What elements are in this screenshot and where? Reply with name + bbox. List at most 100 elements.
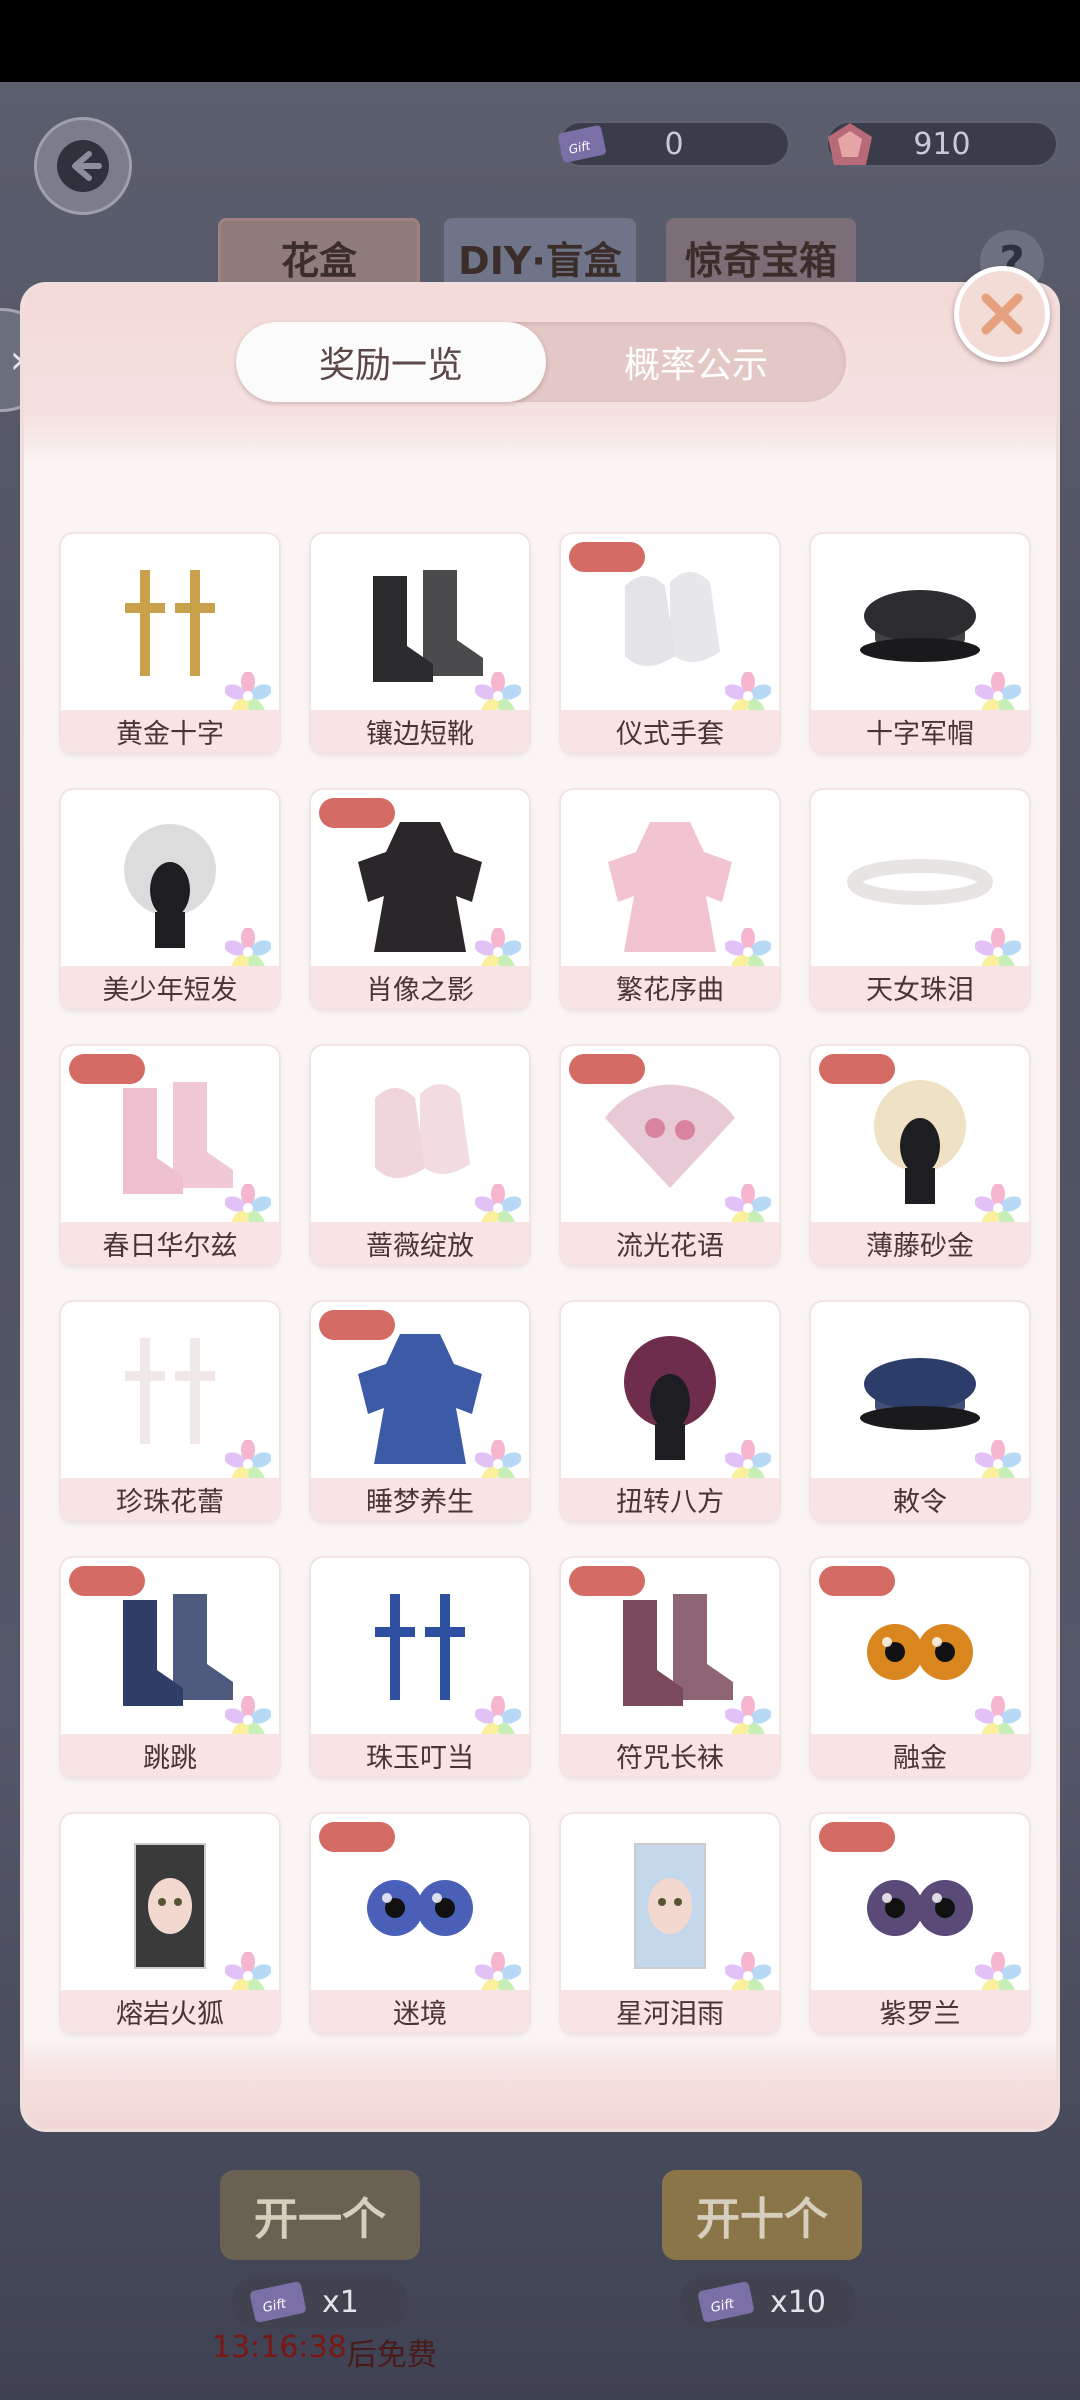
close-icon: [981, 293, 1023, 335]
reward-card[interactable]: 敕令: [811, 1302, 1029, 1520]
segment-probability-label: 概率公示: [623, 345, 768, 386]
reward-card[interactable]: 跳跳: [61, 1558, 279, 1776]
reward-card[interactable]: 春日华尔兹: [61, 1046, 279, 1264]
reward-card-label: 美少年短发: [61, 966, 279, 1008]
modal-footer-bg: [24, 2038, 1056, 2128]
reward-card[interactable]: 融金: [811, 1558, 1029, 1776]
open-ten-label: 开十个: [696, 2194, 828, 2245]
reward-card[interactable]: 熔岩火狐: [61, 1814, 279, 2032]
reward-card-label: 黄金十字: [61, 710, 279, 752]
reward-card-label: 镶边短靴: [311, 710, 529, 752]
face-card-sweet-icon: [134, 1843, 206, 1969]
reward-card-label: 星河泪雨: [561, 1990, 779, 2032]
lace-gloves-icon: [375, 1084, 470, 1178]
reward-card[interactable]: 天女珠泪: [811, 790, 1029, 1008]
reward-card-label: 紫罗兰: [811, 1990, 1029, 2032]
black-boots-icon: [373, 570, 483, 682]
segment-rewards-list[interactable]: 奖励一览: [236, 322, 546, 402]
free-timer: 13:16:38 后免费: [212, 2330, 437, 2374]
pink-dress-icon: [608, 822, 732, 952]
ticket-cost-one: Gift x1: [232, 2276, 408, 2328]
reward-card[interactable]: 符咒长袜: [561, 1558, 779, 1776]
reward-card-label: 珠玉叮当: [311, 1734, 529, 1776]
pearl-headband-icon: [847, 859, 993, 905]
ticket-currency: Gift 0: [558, 121, 790, 167]
segment-probability[interactable]: 概率公示: [546, 322, 846, 402]
reward-card-label: 熔岩火狐: [61, 1990, 279, 2032]
reward-card[interactable]: 肖像之影: [311, 790, 529, 1008]
reward-card[interactable]: 仪式手套: [561, 534, 779, 752]
ticket-icon: Gift: [250, 2281, 306, 2323]
reward-card[interactable]: 睡梦养生: [311, 1302, 529, 1520]
reward-card-label: 跳跳: [61, 1734, 279, 1776]
pink-shoes-icon: [123, 1082, 233, 1194]
blue-robe-icon: [358, 1334, 482, 1464]
close-button[interactable]: [954, 266, 1050, 362]
military-cap-icon: [860, 590, 980, 662]
reward-card-label: 十字军帽: [811, 710, 1029, 752]
tab-diy-box[interactable]: DIY·盲盒: [444, 218, 636, 296]
reward-card-label: 敕令: [811, 1478, 1029, 1520]
segment-rewards-label: 奖励一览: [318, 345, 463, 386]
reward-card-label: 天女珠泪: [811, 966, 1029, 1008]
reward-card[interactable]: 黄金十字: [61, 534, 279, 752]
reward-card[interactable]: 美少年短发: [61, 790, 279, 1008]
reward-card-label: 薄藤砂金: [811, 1222, 1029, 1264]
reward-card-label: 繁花序曲: [561, 966, 779, 1008]
reward-card[interactable]: 蔷薇绽放: [311, 1046, 529, 1264]
reward-card[interactable]: 薄藤砂金: [811, 1046, 1029, 1264]
back-arrow-icon: [57, 140, 109, 192]
reward-card[interactable]: 星河泪雨: [561, 1814, 779, 2032]
reward-card-label: 睡梦养生: [311, 1478, 529, 1520]
reward-card[interactable]: 扭转八方: [561, 1302, 779, 1520]
blue-eyes-icon: [367, 1880, 473, 1936]
open-one-label: 开一个: [254, 2194, 386, 2245]
tab-flower-box[interactable]: 花盒: [218, 218, 420, 296]
golden-eyes-icon: [867, 1624, 973, 1680]
free-timer-time: 13:16:38: [212, 2330, 347, 2365]
back-button[interactable]: [34, 117, 132, 215]
reward-card-label: 融金: [811, 1734, 1029, 1776]
ticket-count: 0: [664, 126, 684, 162]
reward-card-label: 春日华尔兹: [61, 1222, 279, 1264]
open-ten-button[interactable]: 开十个: [662, 2170, 862, 2260]
reward-card-label: 肖像之影: [311, 966, 529, 1008]
gem-count: 910: [913, 126, 971, 162]
status-bar: [0, 0, 1080, 82]
gold-cross-earrings-icon: [125, 570, 215, 676]
gem-currency: 910: [826, 121, 1058, 167]
purple-stockings-icon: [623, 1594, 733, 1706]
reward-card[interactable]: 珍珠花蕾: [61, 1302, 279, 1520]
pearl-tassel-earrings-icon: [125, 1338, 215, 1444]
reward-card[interactable]: 繁花序曲: [561, 790, 779, 1008]
lantern-earrings-icon: [375, 1594, 465, 1700]
ticket-cost-one-value: x1: [322, 2284, 359, 2320]
reward-card[interactable]: 珠玉叮当: [311, 1558, 529, 1776]
reward-card-label: 符咒长袜: [561, 1734, 779, 1776]
blonde-curly-hair-icon: [874, 1080, 966, 1204]
red-braided-hair-icon: [624, 1336, 716, 1460]
free-timer-suffix: 后免费: [346, 2338, 437, 2373]
ticket-icon: Gift: [698, 2281, 754, 2323]
lace-fan-icon: [605, 1084, 735, 1188]
reward-card-label: 珍珠花蕾: [61, 1478, 279, 1520]
face-card-fantasy-icon: [634, 1843, 706, 1969]
segment-control: 奖励一览 概率公示: [236, 322, 846, 402]
reward-card[interactable]: 流光花语: [561, 1046, 779, 1264]
reward-card-label: 扭转八方: [561, 1478, 779, 1520]
tab-surprise-box[interactable]: 惊奇宝箱: [666, 218, 856, 296]
white-gloves-icon: [625, 572, 720, 666]
blue-boots-icon: [123, 1594, 233, 1706]
reward-card-label: 迷境: [311, 1990, 529, 2032]
rewards-modal: 奖励一览 概率公示 黄金十字 镶边短靴 仪式手套 十字军帽 美少年短发 肖像之影…: [24, 286, 1056, 2128]
reward-card[interactable]: 十字军帽: [811, 534, 1029, 752]
white-short-hair-icon: [124, 824, 216, 948]
reward-card[interactable]: 迷境: [311, 1814, 529, 2032]
open-one-button[interactable]: 开一个: [220, 2170, 420, 2260]
reward-card-label: 流光花语: [561, 1222, 779, 1264]
ticket-cost-ten-value: x10: [770, 2284, 826, 2320]
reward-card[interactable]: 紫罗兰: [811, 1814, 1029, 2032]
tab-label: DIY·盲盒: [458, 238, 622, 283]
reward-card[interactable]: 镶边短靴: [311, 534, 529, 752]
gem-icon: [828, 123, 872, 165]
